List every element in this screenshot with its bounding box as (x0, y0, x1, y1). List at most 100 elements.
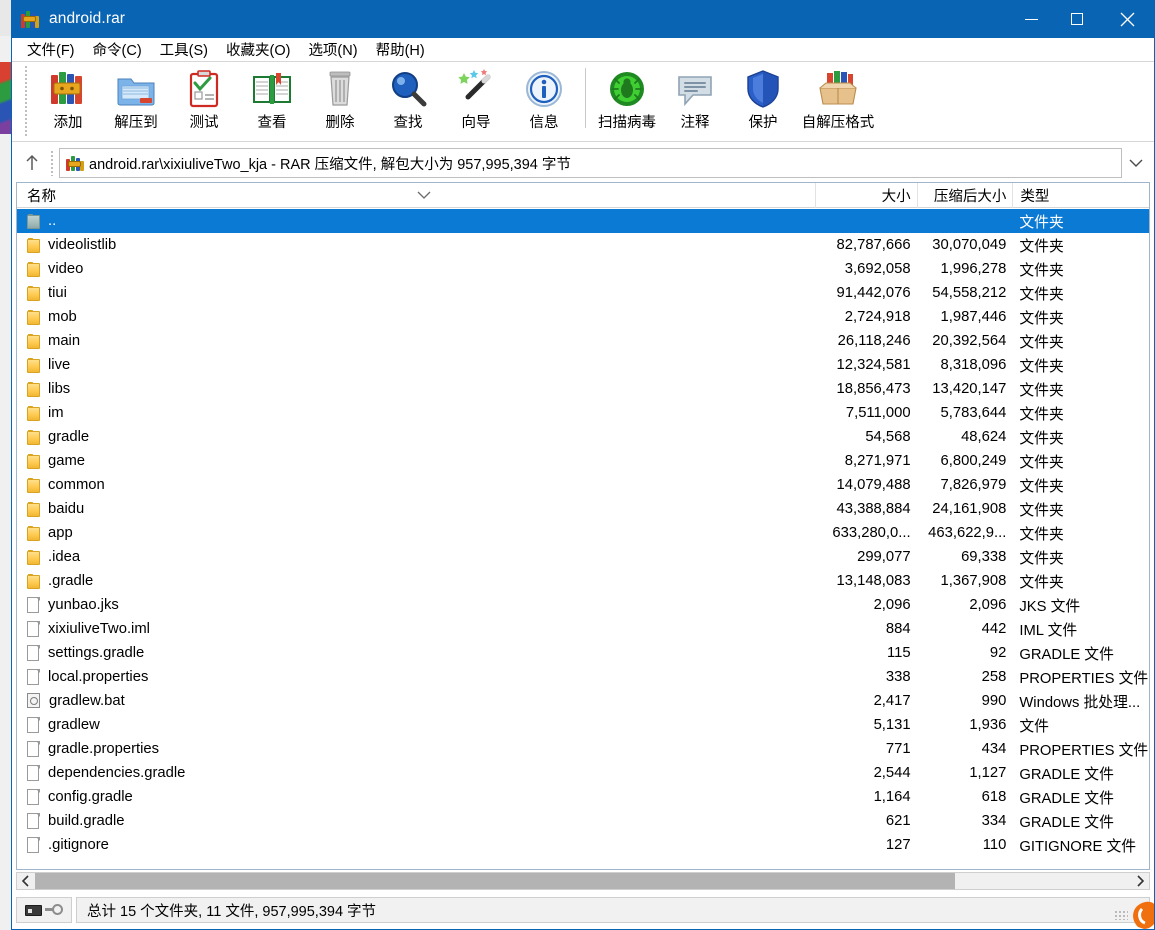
protect-icon (741, 65, 785, 113)
toolbar-delete[interactable]: 删除 (306, 64, 374, 138)
row-size-cell: 338 (885, 669, 911, 685)
table-row[interactable]: common 14,079,488 7,826,979 文件夹 (17, 473, 1149, 497)
row-name-cell: baidu (17, 501, 815, 517)
table-row[interactable]: gradlew.bat 2,417 990 Windows 批处理... (17, 689, 1149, 713)
winrar-window: android.rar 文件(F) 命令(C) 工具(S) 收藏夹(O) 选项(… (11, 0, 1155, 930)
toolbar-protect[interactable]: 保护 (729, 64, 797, 138)
address-drag-grip[interactable] (50, 150, 54, 176)
table-row[interactable]: .. 文件夹 (17, 209, 1149, 233)
archive-path-field[interactable]: android.rar\xixiuliveTwo_kja - RAR 压缩文件,… (59, 148, 1122, 178)
table-row[interactable]: xixiuliveTwo.iml 884 442 IML 文件 (17, 617, 1149, 641)
table-row[interactable]: main 26,118,246 20,392,564 文件夹 (17, 329, 1149, 353)
toolbar-comment[interactable]: 注释 (661, 64, 729, 138)
maximize-button[interactable] (1054, 0, 1100, 38)
row-size-cell: 82,787,666 (836, 237, 911, 253)
table-row[interactable]: yunbao.jks 2,096 2,096 JKS 文件 (17, 593, 1149, 617)
window-title: android.rar (49, 10, 126, 27)
drive-icon[interactable] (25, 904, 42, 916)
menu-tools[interactable]: 工具(S) (151, 38, 217, 61)
toolbar-add[interactable]: 添加 (34, 64, 102, 138)
table-row[interactable]: config.gradle 1,164 618 GRADLE 文件 (17, 785, 1149, 809)
folder-icon (27, 477, 40, 493)
toolbar-view[interactable]: 查看 (238, 64, 306, 138)
row-size-cell: 771 (885, 741, 911, 757)
table-row[interactable]: dependencies.gradle 2,544 1,127 GRADLE 文件 (17, 761, 1149, 785)
toolbar-test[interactable]: 测试 (170, 64, 238, 138)
winrar-icon (66, 155, 84, 171)
chevron-down-icon[interactable] (1122, 148, 1150, 178)
menu-favorites[interactable]: 收藏夹(O) (217, 38, 299, 61)
table-row[interactable]: gradlew 5,131 1,936 文件 (17, 713, 1149, 737)
column-size[interactable]: 大小 (814, 183, 917, 208)
row-name-cell: local.properties (17, 669, 815, 685)
table-row[interactable]: gradle.properties 771 434 PROPERTIES 文件 (17, 737, 1149, 761)
toolbar-delete-label: 删除 (325, 115, 355, 131)
menu-file[interactable]: 文件(F) (18, 38, 84, 61)
table-row[interactable]: app 633,280,0... 463,622,9... 文件夹 (17, 521, 1149, 545)
row-type-cell: 文件夹 (1019, 406, 1064, 423)
table-row[interactable]: local.properties 338 258 PROPERTIES 文件 (17, 665, 1149, 689)
file-icon (27, 645, 40, 661)
table-row[interactable]: im 7,511,000 5,783,644 文件夹 (17, 401, 1149, 425)
chevron-left-icon[interactable] (17, 873, 35, 889)
row-name-cell: config.gradle (17, 789, 815, 805)
row-size-cell: 299,077 (857, 549, 911, 565)
key-icon[interactable] (45, 904, 63, 916)
table-row[interactable]: libs 18,856,473 13,420,147 文件夹 (17, 377, 1149, 401)
row-packed-cell: 8,318,096 (940, 357, 1007, 373)
table-row[interactable]: .gitignore 127 110 GITIGNORE 文件 (17, 833, 1149, 857)
row-packed-cell: 434 (981, 741, 1007, 757)
toolbar-find-label: 查找 (393, 115, 423, 131)
table-row[interactable]: tiui 91,442,076 54,558,212 文件夹 (17, 281, 1149, 305)
table-row[interactable]: settings.gradle 115 92 GRADLE 文件 (17, 641, 1149, 665)
close-button[interactable] (1100, 0, 1154, 38)
toolbar-comment-label: 注释 (680, 115, 710, 131)
table-row[interactable]: video 3,692,058 1,996,278 文件夹 (17, 257, 1149, 281)
scrollbar-thumb[interactable] (35, 873, 955, 889)
column-type[interactable]: 类型 (1012, 183, 1149, 208)
menu-help[interactable]: 帮助(H) (367, 38, 434, 61)
toolbar-wizard[interactable]: 向导 (442, 64, 510, 138)
folder-icon (27, 381, 40, 397)
chevron-right-icon[interactable] (1131, 873, 1149, 889)
folder-icon (27, 453, 40, 469)
column-packed-size[interactable]: 压缩后大小 (916, 183, 1013, 208)
resize-grip[interactable] (1114, 910, 1128, 920)
row-size-cell: 13,148,083 (836, 573, 911, 589)
row-type-cell: 文件夹 (1019, 310, 1064, 327)
folder-icon (27, 261, 40, 277)
scrollbar-track[interactable] (35, 873, 1131, 889)
table-row[interactable]: mob 2,724,918 1,987,446 文件夹 (17, 305, 1149, 329)
table-row[interactable]: gradle 54,568 48,624 文件夹 (17, 425, 1149, 449)
menu-options[interactable]: 选项(N) (299, 38, 366, 61)
toolbar-info[interactable]: 信息 (510, 64, 578, 138)
toolbar-find[interactable]: 查找 (374, 64, 442, 138)
table-row[interactable]: videolistlib 82,787,666 30,070,049 文件夹 (17, 233, 1149, 257)
row-name-text: gradlew.bat (49, 693, 125, 709)
row-size-cell: 2,544 (873, 765, 911, 781)
toolbar-sfx[interactable]: 自解压格式 (797, 64, 879, 138)
test-icon (182, 65, 226, 113)
toolbar-extract-to[interactable]: 解压到 (102, 64, 170, 138)
table-row[interactable]: game 8,271,971 6,800,249 文件夹 (17, 449, 1149, 473)
up-arrow-icon[interactable] (16, 148, 48, 178)
table-row[interactable]: build.gradle 621 334 GRADLE 文件 (17, 809, 1149, 833)
toolbar-separator (585, 68, 586, 128)
table-row[interactable]: .idea 299,077 69,338 文件夹 (17, 545, 1149, 569)
minimize-button[interactable] (1008, 0, 1054, 38)
row-packed-cell: 258 (981, 669, 1007, 685)
file-icon (27, 765, 40, 781)
row-name-cell: gradle.properties (17, 741, 815, 757)
up-folder-icon (27, 213, 40, 229)
toolbar-drag-grip[interactable] (24, 65, 28, 137)
row-size-cell: 43,388,884 (836, 501, 911, 517)
toolbar-scan-virus[interactable]: 扫描病毒 (593, 64, 661, 138)
folder-icon (27, 237, 40, 253)
menu-commands[interactable]: 命令(C) (84, 38, 151, 61)
add-archive-icon (46, 65, 90, 113)
table-row[interactable]: .gradle 13,148,083 1,367,908 文件夹 (17, 569, 1149, 593)
table-row[interactable]: live 12,324,581 8,318,096 文件夹 (17, 353, 1149, 377)
row-type-cell: 文件夹 (1019, 454, 1064, 471)
horizontal-scrollbar[interactable] (16, 872, 1150, 890)
table-row[interactable]: baidu 43,388,884 24,161,908 文件夹 (17, 497, 1149, 521)
